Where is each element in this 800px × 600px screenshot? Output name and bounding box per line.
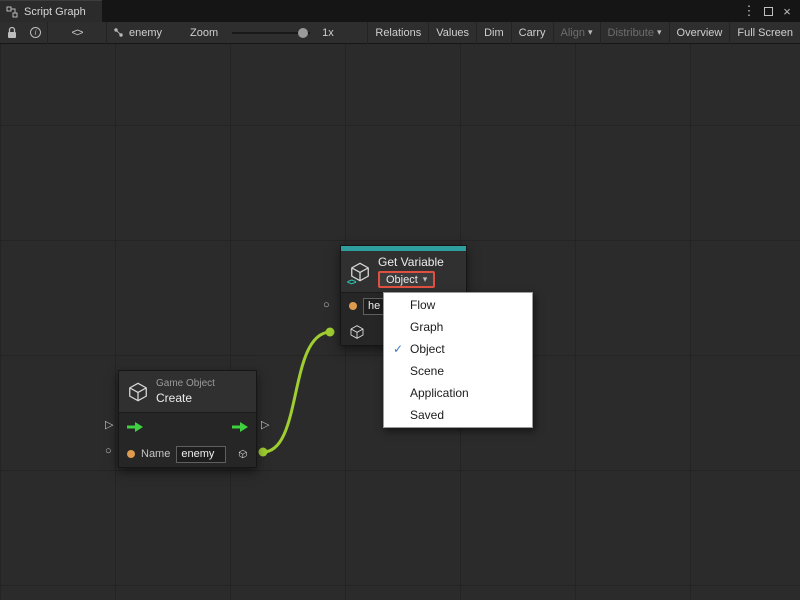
close-button[interactable]: × — [779, 3, 795, 19]
chevron-down-icon: ▾ — [657, 27, 662, 38]
info-icon: i — [30, 27, 41, 38]
variable-kind-menu: Flow Graph ✓ Object Scene Application Sa… — [383, 292, 533, 428]
chevron-down-icon: ▾ — [588, 27, 593, 38]
chevron-down-icon: ▾ — [423, 274, 428, 285]
flow-output-port[interactable]: ▷ — [261, 420, 269, 431]
info-button[interactable]: i — [24, 22, 47, 44]
values-button[interactable]: Values — [428, 22, 476, 44]
tab-title: Script Graph — [24, 6, 86, 18]
cube-icon — [238, 446, 248, 462]
code-view-button[interactable]: <> — [48, 22, 106, 44]
graph-toolbar: i <> enemy Zoom 1x Relations Values Dim … — [0, 22, 800, 44]
zoom-slider-handle[interactable] — [298, 28, 308, 38]
variable-kind-value: Object — [386, 274, 418, 286]
menu-item-object[interactable]: ✓ Object — [384, 338, 532, 360]
check-icon: ✓ — [390, 342, 406, 356]
cube-icon — [349, 324, 365, 340]
node-title: Get Variable — [378, 255, 444, 269]
flow-row — [119, 413, 256, 441]
cube-icon — [127, 381, 149, 403]
menu-item-flow[interactable]: Flow — [384, 294, 532, 316]
maximize-icon — [764, 7, 773, 16]
string-port-icon[interactable] — [127, 450, 135, 458]
carry-button[interactable]: Carry — [511, 22, 553, 44]
overview-button[interactable]: Overview — [669, 22, 730, 44]
value-input-port[interactable]: ○ — [323, 300, 330, 311]
menu-item-label: Scene — [410, 364, 524, 378]
menu-item-label: Saved — [410, 408, 524, 422]
window-menu-button[interactable]: ⋮ — [741, 3, 757, 19]
code-icon: <> — [72, 27, 83, 39]
value-input-port[interactable]: ○ — [105, 446, 112, 457]
node-category: Game Object — [156, 378, 215, 389]
menu-item-label: Application — [410, 386, 524, 400]
menu-item-label: Flow — [410, 298, 524, 312]
tab-script-graph[interactable]: Script Graph — [0, 0, 102, 22]
create-node[interactable]: Game Object Create Name enemy — [118, 370, 257, 468]
script-graph-window: Script Graph ⋮ × i <> — [0, 0, 800, 600]
cube-code-icon: <> — [349, 261, 371, 283]
name-input[interactable]: enemy — [176, 446, 226, 463]
zoom-label: Zoom — [184, 22, 224, 44]
zoom-slider[interactable] — [232, 32, 310, 34]
menu-item-label: Object — [410, 342, 524, 356]
flow-out-arrow-icon[interactable] — [232, 422, 248, 432]
graph-name: enemy — [129, 27, 162, 39]
fullscreen-button[interactable]: Full Screen — [729, 22, 800, 44]
flow-input-port[interactable]: ▷ — [105, 420, 113, 431]
zoom-value: 1x — [318, 22, 338, 44]
maximize-button[interactable] — [760, 3, 776, 19]
graph-asset-icon — [113, 27, 124, 38]
lock-button[interactable] — [0, 22, 24, 44]
get-variable-header: <> Get Variable Object ▾ — [341, 251, 466, 293]
distribute-button[interactable]: Distribute ▾ — [600, 22, 669, 44]
string-port-icon[interactable] — [349, 302, 357, 310]
dim-button[interactable]: Dim — [476, 22, 511, 44]
name-row: Name enemy — [119, 441, 256, 467]
menu-item-scene[interactable]: Scene — [384, 360, 532, 382]
node-title: Create — [156, 391, 192, 405]
script-graph-icon — [6, 6, 18, 18]
align-button[interactable]: Align ▾ — [553, 22, 600, 44]
create-node-header: Game Object Create — [119, 371, 256, 413]
distribute-label: Distribute — [608, 27, 654, 39]
menu-item-label: Graph — [410, 320, 524, 334]
graph-breadcrumb[interactable]: enemy — [107, 22, 168, 44]
flow-in-arrow-icon[interactable] — [127, 422, 143, 432]
align-label: Align — [561, 27, 585, 39]
title-bar: Script Graph ⋮ × — [0, 0, 800, 22]
code-glyph: <> — [347, 277, 356, 287]
menu-item-graph[interactable]: Graph — [384, 316, 532, 338]
name-label: Name — [141, 448, 170, 460]
menu-item-application[interactable]: Application — [384, 382, 532, 404]
variable-kind-dropdown[interactable]: Object ▾ — [378, 271, 435, 288]
relations-button[interactable]: Relations — [367, 22, 428, 44]
lock-icon — [6, 26, 18, 39]
menu-item-saved[interactable]: Saved — [384, 404, 532, 426]
